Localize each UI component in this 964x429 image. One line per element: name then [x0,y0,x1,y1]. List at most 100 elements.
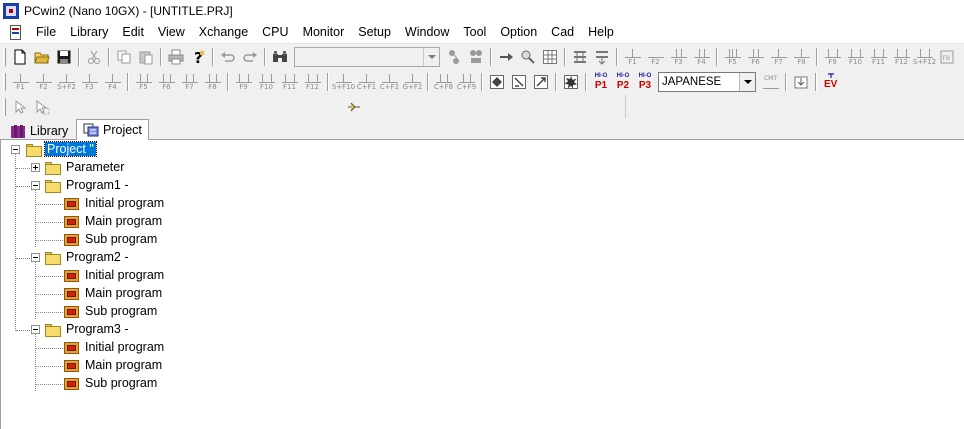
collapse-icon[interactable] [31,325,40,334]
ladder-f2-icon[interactable]: F2 [32,71,55,93]
contact-open-f3-icon[interactable]: F3 [667,46,690,68]
contact-hline-f2-icon[interactable]: F2 [644,46,667,68]
ladder-f5-icon[interactable]: F5 [132,71,155,93]
function-sf12-icon[interactable]: S+F12 [913,46,936,68]
tree-node-initial-program-label[interactable]: Initial program [85,340,164,354]
replace-icon[interactable] [443,46,465,68]
download-icon[interactable] [790,71,812,93]
tree-node-main-program-label[interactable]: Main program [85,214,162,228]
tree-node-sub-program[interactable]: Sub program [1,303,201,321]
menu-option[interactable]: Option [493,22,544,43]
hi-o-p3-button[interactable]: HI-O P3 [634,71,656,93]
menu-setup[interactable]: Setup [351,22,398,43]
menu-monitor[interactable]: Monitor [296,22,352,43]
tree-node-main-program-label[interactable]: Main program [85,358,162,372]
document-menu-icon[interactable] [8,24,24,41]
menu-help[interactable]: Help [581,22,621,43]
tree-node-project[interactable]: Project " [1,141,201,159]
tree-node-program-label[interactable]: Program1 - [66,178,129,192]
menu-edit[interactable]: Edit [115,22,151,43]
tree-node-project-label[interactable]: Project " [44,141,97,157]
chevron-down-icon[interactable] [423,48,439,66]
copy-icon[interactable] [113,46,135,68]
language-select[interactable]: JAPANESE [658,72,756,92]
undo-icon[interactable] [217,46,239,68]
tree-node-main-program-label[interactable]: Main program [85,286,162,300]
app-icon[interactable] [3,3,19,19]
menu-file[interactable]: File [29,22,63,43]
paste-icon[interactable] [135,46,157,68]
function-f12-icon[interactable]: F12 [890,46,913,68]
tree-node-parameter[interactable]: Parameter [1,159,201,177]
menu-cpu[interactable]: CPU [255,22,295,43]
open-folder-icon[interactable] [31,46,53,68]
select-region-icon[interactable] [31,96,53,118]
ladder-f1-icon[interactable]: F1 [9,71,32,93]
tree-node-main-program[interactable]: Main program [1,285,201,303]
function-f9-icon[interactable]: F9 [821,46,844,68]
new-file-icon[interactable] [9,46,31,68]
tree-node-initial-program[interactable]: Initial program [1,339,201,357]
expand-icon[interactable] [31,163,40,172]
toolbar-grip[interactable] [3,48,6,66]
menu-library[interactable]: Library [63,22,115,43]
find-binoculars-icon[interactable] [269,46,291,68]
toggle-monitor-icon[interactable] [343,96,365,118]
tree-node-program[interactable]: Program2 - [1,249,201,267]
tree-node-initial-program[interactable]: Initial program [1,267,201,285]
tree-node-program[interactable]: Program3 - [1,321,201,339]
ladder-sf10-icon[interactable]: S+F10 [332,71,355,93]
menu-cad[interactable]: Cad [544,22,581,43]
ladder-f11-icon[interactable]: F11 [278,71,301,93]
tree-node-parameter-label[interactable]: Parameter [66,160,124,174]
fb-block-icon[interactable]: FB [936,46,958,68]
step-edit-icon[interactable] [508,71,530,93]
toolbar-grip[interactable] [3,73,6,91]
ladder-cf2-icon[interactable]: C+F2 [378,71,401,93]
counter-f11-icon[interactable]: F11 [867,46,890,68]
ladder-f12-icon[interactable]: F12 [301,71,324,93]
ladder-f3-icon[interactable]: F3 [78,71,101,93]
tree-node-sub-program-label[interactable]: Sub program [85,376,157,390]
menu-window[interactable]: Window [398,22,456,43]
chevron-down-icon[interactable] [739,73,755,91]
ladder-f4-icon[interactable]: F4 [101,71,124,93]
replace-all-icon[interactable] [465,46,487,68]
save-icon[interactable] [53,46,75,68]
ladder-f6-icon[interactable]: F6 [155,71,178,93]
cut-icon[interactable] [83,46,105,68]
tree-node-program-label[interactable]: Program2 - [66,250,129,264]
tree-node-sub-program-label[interactable]: Sub program [85,304,157,318]
ladder-delete-icon[interactable] [591,46,613,68]
ladder-cf9-icon[interactable]: C+F9 [455,71,478,93]
tree-node-sub-program-label[interactable]: Sub program [85,232,157,246]
toolbar-grip[interactable] [3,98,6,116]
tree-node-sub-program[interactable]: Sub program [1,375,201,393]
ladder-cf1-icon[interactable]: C+F1 [355,71,378,93]
ladder-cf8-icon[interactable]: C+F8 [432,71,455,93]
ladder-gf2-icon[interactable]: G+F2 [401,71,424,93]
help-question-icon[interactable]: ? [187,46,209,68]
diamond-step-icon[interactable] [486,71,508,93]
ladder-sf2-icon[interactable]: S+F2 [55,71,78,93]
ev-button[interactable]: EV [820,71,842,93]
search-combo[interactable] [294,47,440,67]
tree-node-sub-program[interactable]: Sub program [1,231,201,249]
tree-node-initial-program-label[interactable]: Initial program [85,268,164,282]
goto-arrow-icon[interactable] [495,46,517,68]
tree-node-program-label[interactable]: Program3 - [66,322,129,336]
ladder-f9-icon[interactable]: F9 [232,71,255,93]
collapse-icon[interactable] [31,181,40,190]
hi-o-p2-button[interactable]: HI-O P2 [612,71,634,93]
burst-icon[interactable] [560,71,582,93]
menu-tool[interactable]: Tool [456,22,493,43]
hi-o-p1-button[interactable]: HI-O P1 [590,71,612,93]
coil-f7-icon[interactable]: F7 [767,46,790,68]
tree-node-main-program[interactable]: Main program [1,213,201,231]
grid-icon[interactable] [539,46,561,68]
tree-node-initial-program-label[interactable]: Initial program [85,196,164,210]
collapse-icon[interactable] [31,253,40,262]
tree-node-program[interactable]: Program1 - [1,177,201,195]
tab-library[interactable]: Library [4,121,74,140]
tab-project[interactable]: Project [76,119,149,141]
